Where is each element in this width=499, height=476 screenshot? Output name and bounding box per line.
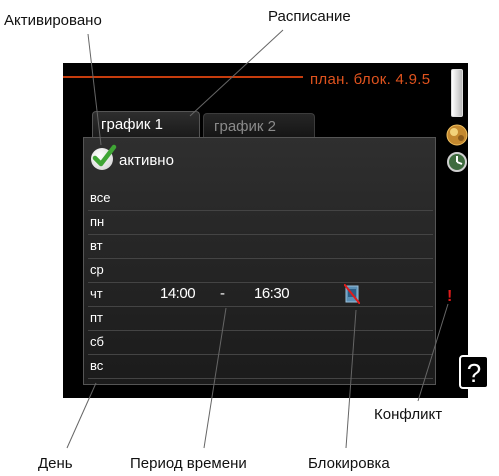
leader-activated <box>87 33 102 146</box>
leader-day <box>66 382 97 449</box>
leader-time-period <box>203 307 227 449</box>
callout-lines <box>66 29 449 449</box>
leader-conflict <box>417 303 449 402</box>
leader-schedule <box>189 29 284 117</box>
leader-block <box>345 309 357 449</box>
